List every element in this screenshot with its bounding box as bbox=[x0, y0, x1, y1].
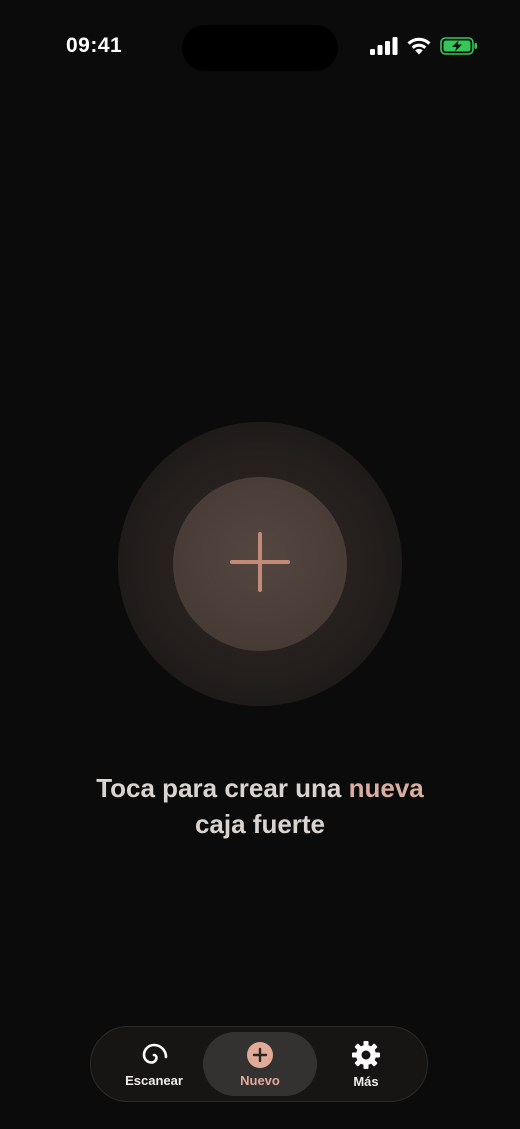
status-bar: 09:41 bbox=[0, 0, 520, 96]
dynamic-island bbox=[182, 25, 338, 71]
battery-charging-icon bbox=[440, 36, 478, 55]
gear-icon bbox=[351, 1040, 381, 1070]
plus-circle-icon bbox=[246, 1041, 274, 1069]
tab-nuevo[interactable]: Nuevo bbox=[203, 1032, 317, 1096]
tab-label-nuevo: Nuevo bbox=[240, 1072, 280, 1088]
prompt-accent: nueva bbox=[348, 773, 424, 803]
status-icons bbox=[370, 36, 478, 55]
tab-label-escanear: Escanear bbox=[125, 1072, 183, 1088]
prompt-text: Toca para crear una bbox=[96, 773, 349, 803]
tab-bar: Escanear Nuevo Más bbox=[90, 1026, 428, 1102]
tab-mas[interactable]: Más bbox=[309, 1032, 423, 1096]
tab-escanear[interactable]: Escanear bbox=[97, 1032, 211, 1096]
create-prompt: Toca para crear una nueva caja fuerte bbox=[0, 770, 520, 842]
prompt-line-2: caja fuerte bbox=[194, 809, 326, 839]
wifi-icon bbox=[406, 36, 432, 55]
cellular-signal-icon bbox=[370, 36, 398, 55]
tab-label-mas: Más bbox=[353, 1073, 379, 1089]
spiral-icon bbox=[140, 1041, 168, 1069]
create-button-core[interactable] bbox=[173, 477, 347, 651]
prompt-line-1: Toca para crear una nueva bbox=[0, 770, 520, 806]
plus-icon bbox=[228, 530, 292, 599]
status-time: 09:41 bbox=[66, 34, 123, 57]
create-vault-button[interactable] bbox=[118, 422, 402, 706]
